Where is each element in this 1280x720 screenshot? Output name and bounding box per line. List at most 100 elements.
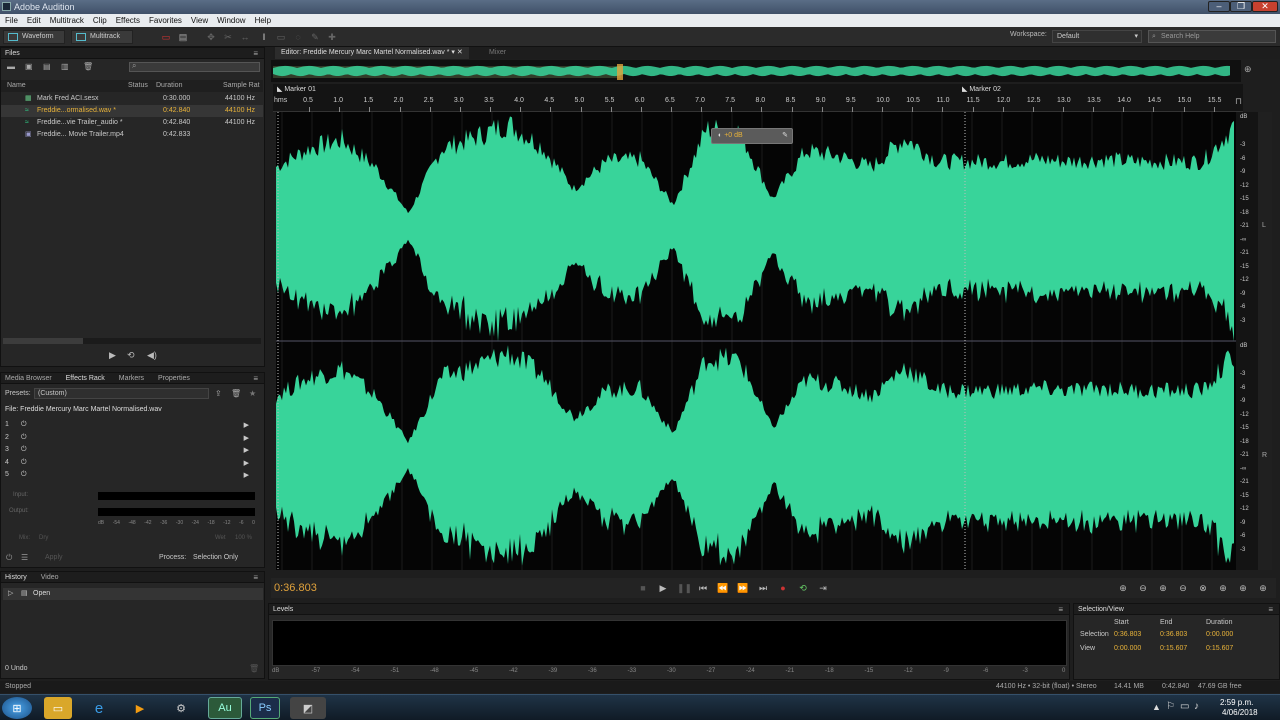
favorite-icon[interactable]: ★ bbox=[249, 389, 256, 398]
menu-clip[interactable]: Clip bbox=[93, 14, 107, 27]
right-channel-label[interactable]: R bbox=[1262, 452, 1267, 459]
zoom-full-icon[interactable]: ⊗ bbox=[1197, 582, 1209, 594]
vertical-zoom-bar[interactable]: L R bbox=[1258, 112, 1272, 570]
autoplay-icon[interactable]: ◀) bbox=[147, 350, 157, 361]
multitrack-view-button[interactable]: Multitrack bbox=[71, 30, 133, 44]
view-duration-field[interactable]: 0:15.607 bbox=[1206, 645, 1233, 652]
save-preset-icon[interactable]: ⇪ bbox=[215, 389, 222, 398]
photoshop-taskbar-icon[interactable]: Ps bbox=[250, 697, 280, 719]
minimize-button[interactable]: – bbox=[1208, 1, 1230, 12]
zoom-in-amplitude-icon[interactable]: ⊕ bbox=[1117, 582, 1129, 594]
close-icon[interactable]: ✕ bbox=[457, 49, 463, 56]
network-icon[interactable]: ⚙ bbox=[167, 697, 195, 719]
play-icon[interactable]: ▶ bbox=[109, 350, 116, 361]
left-channel-label[interactable]: L bbox=[1262, 222, 1266, 229]
pin-icon[interactable]: ✎ bbox=[782, 129, 788, 143]
tray-arrow-icon[interactable]: ▲ bbox=[1152, 702, 1161, 712]
menu-view[interactable]: View bbox=[191, 14, 208, 27]
zoom-out-point-icon[interactable]: ⊕ bbox=[1237, 582, 1249, 594]
tab-markers[interactable]: Markers bbox=[119, 373, 144, 384]
power-icon[interactable]: ⏻ bbox=[21, 434, 27, 442]
tab-media-browser[interactable]: Media Browser bbox=[5, 373, 52, 384]
presets-select[interactable]: (Custom) bbox=[34, 388, 209, 399]
chevron-right-icon[interactable]: ▶ bbox=[244, 434, 249, 442]
panel-menu-icon[interactable]: ≡ bbox=[253, 572, 258, 583]
panel-menu-icon[interactable]: ≡ bbox=[253, 48, 258, 59]
loop-icon[interactable]: ⟲ bbox=[127, 350, 135, 361]
file-row-selected[interactable]: ≈ Freddie...ormalised.wav * 0:42.840 441… bbox=[1, 105, 263, 117]
effect-slot[interactable]: 4 ⏻ ▶ bbox=[5, 459, 255, 472]
tray-flag-icon[interactable]: ⚐ bbox=[1166, 701, 1175, 712]
tab-effects-rack[interactable]: Effects Rack bbox=[66, 373, 105, 384]
fast-forward-icon[interactable]: ⏩ bbox=[737, 582, 749, 594]
capture-taskbar-icon[interactable]: ◩ bbox=[290, 697, 326, 719]
view-end-field[interactable]: 0:15.607 bbox=[1160, 645, 1187, 652]
file-row[interactable]: ≈ Freddie...vie Trailer_audio * 0:42.840… bbox=[1, 117, 263, 129]
chevron-right-icon[interactable]: ▶ bbox=[244, 459, 249, 467]
insert-icon[interactable]: ▥ bbox=[61, 62, 69, 71]
tab-video[interactable]: Video bbox=[41, 572, 59, 583]
menu-edit[interactable]: Edit bbox=[27, 14, 41, 27]
heal-tool-icon[interactable]: ✚ bbox=[326, 31, 338, 43]
power-icon[interactable]: ⏻ bbox=[21, 421, 27, 429]
stop-icon[interactable]: ■ bbox=[637, 582, 649, 594]
hud-volume[interactable]: ◐ +0 dB ✎ bbox=[711, 128, 793, 144]
power-icon[interactable]: ⏻ bbox=[21, 446, 27, 454]
panel-menu-icon[interactable]: ≡ bbox=[1058, 604, 1063, 615]
chevron-right-icon[interactable]: ▶ bbox=[244, 421, 249, 429]
column-status[interactable]: Status bbox=[128, 80, 148, 92]
lock-icon[interactable]: ⊓ bbox=[1235, 96, 1242, 107]
skip-selection-icon[interactable]: ⇥ bbox=[817, 582, 829, 594]
panel-menu-icon[interactable]: ≡ bbox=[1268, 604, 1273, 615]
menu-window[interactable]: Window bbox=[217, 14, 245, 27]
play-icon[interactable]: ▶ bbox=[657, 582, 669, 594]
tab-levels[interactable]: Levels bbox=[273, 604, 293, 615]
apply-button[interactable]: Apply bbox=[45, 554, 63, 561]
lasso-tool-icon[interactable]: ◌ bbox=[292, 31, 304, 43]
zoom-fit-icon[interactable]: ⊕ bbox=[1244, 64, 1252, 75]
marquee-tool-icon[interactable]: ▭ bbox=[275, 31, 287, 43]
move-tool-icon[interactable]: ✥ bbox=[205, 31, 217, 43]
selection-duration-field[interactable]: 0:00.000 bbox=[1206, 631, 1233, 638]
zoom-out-amplitude-icon[interactable]: ⊖ bbox=[1137, 582, 1149, 594]
internet-explorer-icon[interactable]: e bbox=[85, 697, 113, 719]
power-icon[interactable]: ⏻ bbox=[21, 471, 27, 479]
chevron-right-icon[interactable]: ▶ bbox=[244, 446, 249, 454]
tab-history[interactable]: History bbox=[5, 572, 27, 583]
loop-icon[interactable]: ⟲ bbox=[797, 582, 809, 594]
column-duration[interactable]: Duration bbox=[156, 80, 182, 92]
trash-icon[interactable]: 🗑 bbox=[249, 664, 259, 673]
record-icon[interactable]: ● bbox=[777, 582, 789, 594]
brush-tool-icon[interactable]: ✎ bbox=[309, 31, 321, 43]
zoom-in-time-icon[interactable]: ⊕ bbox=[1157, 582, 1169, 594]
new-file-icon[interactable]: ▤ bbox=[43, 62, 51, 71]
search-help-input[interactable]: ⌕ Search Help bbox=[1148, 30, 1276, 43]
menu-file[interactable]: File bbox=[5, 14, 18, 27]
clock-date[interactable]: 4/06/2018 bbox=[1222, 708, 1258, 717]
effect-slot[interactable]: 2 ⏻ ▶ bbox=[5, 434, 255, 447]
skip-end-icon[interactable]: ⏭ bbox=[757, 582, 769, 594]
power-icon[interactable]: ⏻ bbox=[21, 459, 27, 467]
process-select[interactable]: Selection Only bbox=[193, 554, 238, 561]
restore-button[interactable]: ❐ bbox=[1230, 1, 1252, 12]
power-icon[interactable]: ⏻ bbox=[6, 553, 12, 563]
tab-properties[interactable]: Properties bbox=[158, 373, 190, 384]
close-button[interactable]: ✕ bbox=[1252, 1, 1278, 12]
zoom-out-time-icon[interactable]: ⊖ bbox=[1177, 582, 1189, 594]
trash-icon[interactable]: 🗑 bbox=[83, 62, 93, 71]
workspace-select[interactable]: Default ▾ bbox=[1052, 30, 1142, 43]
volume-icon[interactable]: ♪ bbox=[1194, 701, 1199, 712]
menu-effects[interactable]: Effects bbox=[116, 14, 140, 27]
chevron-right-icon[interactable]: ▶ bbox=[244, 471, 249, 479]
zoom-selection-icon[interactable]: ⊕ bbox=[1257, 582, 1269, 594]
razor-tool-icon[interactable]: ✂ bbox=[222, 31, 234, 43]
tab-mixer[interactable]: Mixer bbox=[489, 47, 506, 59]
slip-tool-icon[interactable]: ↔ bbox=[239, 31, 251, 43]
selection-end-field[interactable]: 0:36.803 bbox=[1160, 631, 1187, 638]
list-icon[interactable]: ☰ bbox=[21, 553, 28, 562]
marker-02[interactable]: ◣ Marker 02 bbox=[962, 85, 1001, 93]
time-selection-tool-icon[interactable]: I bbox=[258, 31, 270, 43]
delete-preset-icon[interactable]: 🗑 bbox=[231, 389, 241, 398]
marker-01[interactable]: ◣ Marker 01 bbox=[277, 85, 316, 93]
file-row[interactable]: ▦ Mark Fred ACI.sesx 0:30.000 44100 Hz bbox=[1, 93, 263, 105]
